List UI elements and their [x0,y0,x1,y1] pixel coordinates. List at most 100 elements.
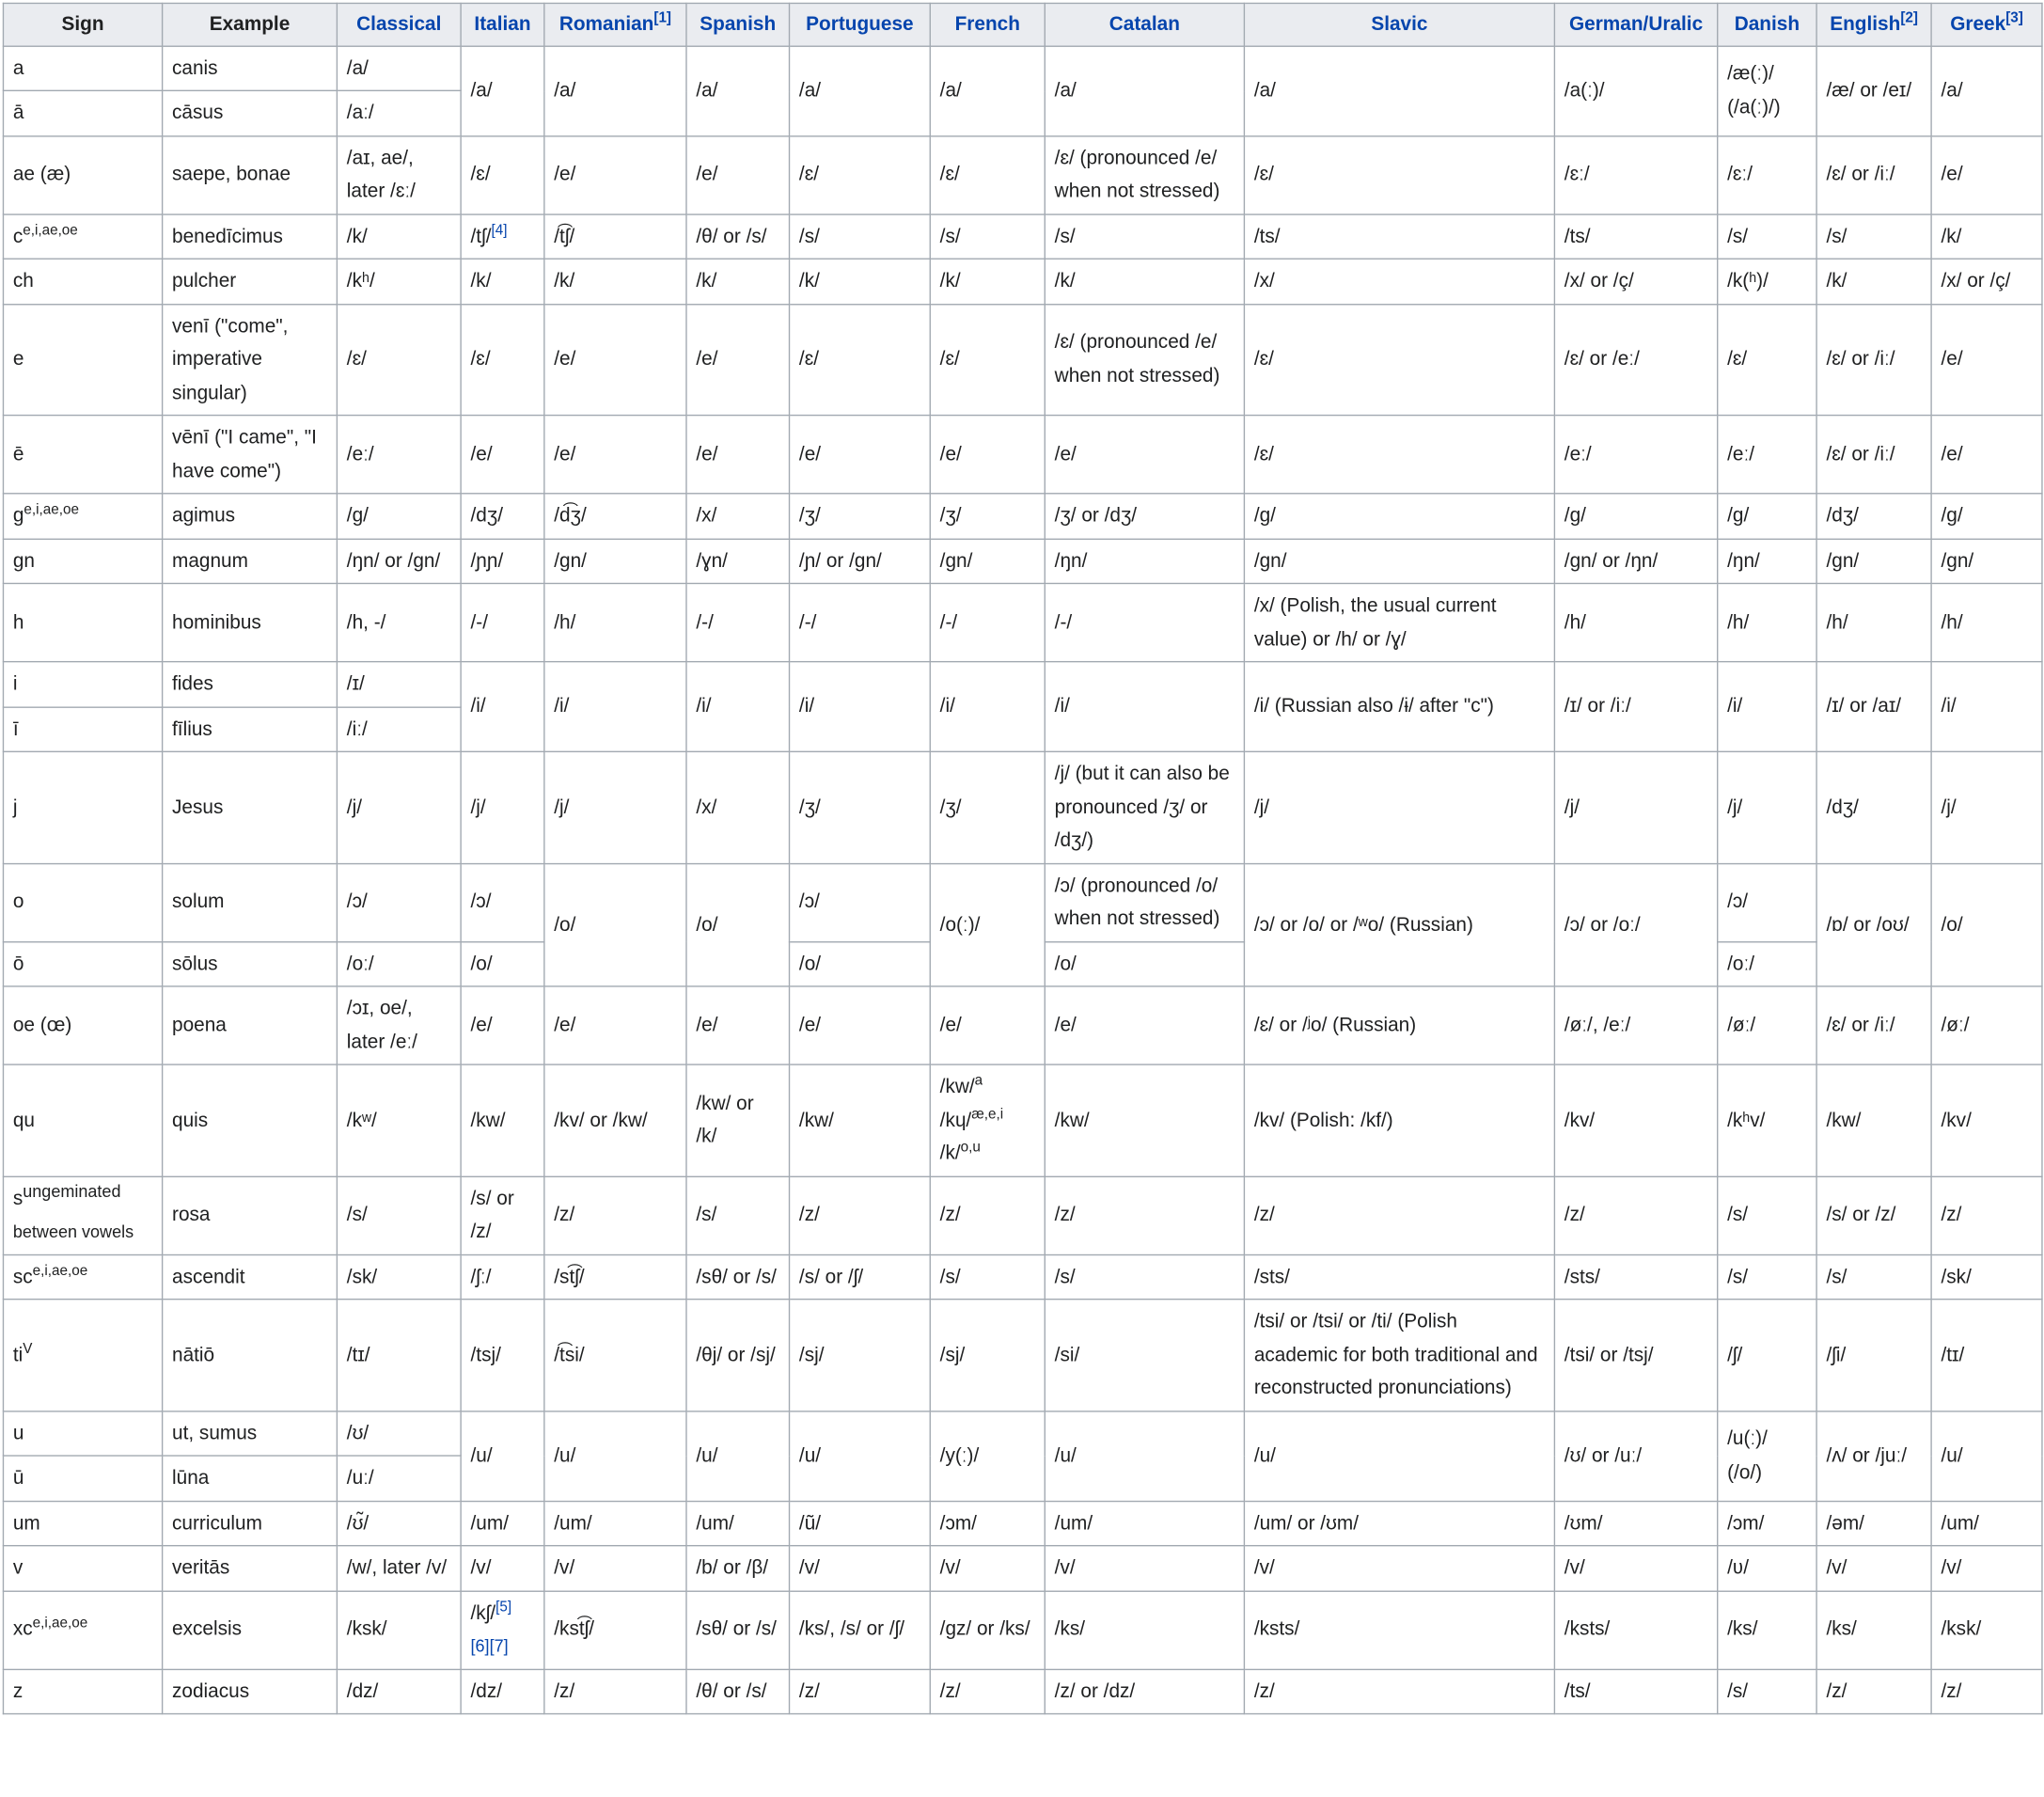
reference-link[interactable]: [5] [495,1600,511,1616]
header-link-french[interactable]: French [955,13,1020,36]
french-cell: /e/ [929,414,1046,495]
danish-cell: /h/ [1717,582,1817,663]
french-cell: /ʒ/ [929,493,1046,540]
english-cell: /ɒ/ or /oʊ/ [1816,862,1932,987]
example-cell: quis [161,1064,338,1177]
table-row: h hominibus /h, -/ /-/ /h/ /-/ /-/ /-/ /… [2,582,2043,663]
romanian-cell: /t͡si/ [543,1298,687,1411]
classical-cell: /uː/ [336,1455,462,1502]
english-cell: /əm/ [1816,1500,1932,1547]
sign-cell: h [2,582,164,663]
catalan-cell: /s/ [1044,1253,1246,1300]
example-cell: solum [161,862,338,942]
header-link-catalan[interactable]: Catalan [1109,13,1180,36]
reference-link[interactable]: [4] [491,222,507,238]
example-cell: venī ("come", imperative singular) [161,303,338,417]
italian-cell: /tʃ/[4] [460,213,545,260]
portuguese-cell: /ɛ/ [788,303,931,417]
italian-text: /tʃ/ [470,225,492,247]
spanish-cell: /sθ/ or /s/ [685,1589,791,1670]
header-link-english[interactable]: English [1830,13,1900,36]
header-link-italian[interactable]: Italian [474,13,530,36]
example-cell: hominibus [161,582,338,663]
classical-cell: /k/ [336,213,462,260]
italian-cell: /dʒ/ [460,493,545,540]
catalan-cell: /e/ [1044,985,1246,1065]
italian-cell: /j/ [460,750,545,864]
english-cell: /kw/ [1816,1064,1932,1177]
catalan-cell: /k/ [1044,258,1246,305]
sign-cell: ch [2,258,164,305]
example-cell: zodiacus [161,1668,338,1715]
italian-cell: /s/ or /z/ [460,1174,545,1255]
header-link-spanish[interactable]: Spanish [700,13,776,36]
french-cell: /gz/ or /ks/ [929,1589,1046,1670]
sign-cell: o [2,862,164,942]
italian-cell: /ɲɲ/ [460,537,545,585]
table-row: ch pulcher /kʰ/ /k/ /k/ /k/ /k/ /k/ /k/ … [2,258,2043,305]
header-link-german-uralic[interactable]: German/Uralic [1569,13,1703,36]
example-cell: lūna [161,1455,338,1502]
classical-cell: /aː/ [336,89,462,136]
romanian-cell: /v/ [543,1545,687,1592]
catalan-cell: /-/ [1044,582,1246,663]
reference-link[interactable]: [1] [653,10,671,26]
header-link-romanian[interactable]: Romanian [559,13,654,36]
sign-cell: oe (œ) [2,985,164,1065]
table-row: tiV nātiō /tɪ/ /tsj/ /t͡si/ /θj/ or /sj/… [2,1298,2043,1411]
header-link-slavic[interactable]: Slavic [1371,13,1427,36]
reference-link[interactable]: [3] [2005,10,2023,26]
german-uralic-cell: /v/ [1553,1545,1719,1592]
classical-cell: /ʊ/ [336,1410,462,1457]
romanian-cell: /j/ [543,750,687,864]
german-uralic-cell: /ksts/ [1553,1589,1719,1670]
romanian-cell: /um/ [543,1500,687,1547]
example-cell: ascendit [161,1253,338,1300]
english-cell: /ɛ/ or /iː/ [1816,303,1932,417]
reference-link[interactable]: [6][7] [471,1636,509,1656]
header-link-portuguese[interactable]: Portuguese [806,13,913,36]
french-variant: /kɥ/ [939,1109,972,1131]
romanian-cell: /d͡ʒ/ [543,493,687,540]
catalan-cell: /v/ [1044,1545,1246,1592]
spanish-cell: /s/ [685,1174,791,1255]
slavic-cell: /g/ [1243,493,1556,540]
greek-cell: /j/ [1930,750,2043,864]
header-link-danish[interactable]: Danish [1735,13,1800,36]
german-uralic-cell: /j/ [1553,750,1719,864]
catalan-cell: /ɔ/ (pronounced /o/ when not stressed) [1044,862,1246,942]
german-uralic-cell: /gn/ or /ŋn/ [1553,537,1719,585]
danish-cell: /ʋ/ [1717,1545,1817,1592]
romanian-cell: /h/ [543,582,687,663]
catalan-cell: /a/ [1044,44,1246,136]
slavic-cell: /z/ [1243,1668,1556,1715]
sign-cell: j [2,750,164,864]
table-row: ē vēnī ("I came", "I have come") /eː/ /e… [2,414,2043,495]
italian-cell: /e/ [460,414,545,495]
table-row: um curriculum /ʊ̃/ /um/ /um/ /um/ /ũ/ /ɔ… [2,1500,2043,1547]
english-cell: /v/ [1816,1545,1932,1592]
sign-cell: v [2,1545,164,1592]
spanish-cell: /k/ [685,258,791,305]
greek-cell: /u/ [1930,1410,2043,1502]
header-link-greek[interactable]: Greek [1950,13,2005,36]
classical-cell: /oː/ [336,940,462,987]
french-cell: /z/ [929,1668,1046,1715]
reference-link[interactable]: [2] [1900,10,1918,26]
slavic-cell: /ɔ/ or /o/ or /ʷo/ (Russian) [1243,862,1556,987]
header-link-classical[interactable]: Classical [356,13,441,36]
romanian-cell: /gn/ [543,537,687,585]
greek-cell: /x/ or /ç/ [1930,258,2043,305]
italian-cell: /tsj/ [460,1298,545,1411]
portuguese-cell: /v/ [788,1545,931,1592]
classical-cell: /kʰ/ [336,258,462,305]
table-row: o solum /ɔ/ /ɔ/ /o/ /o/ /ɔ/ /o(ː)/ /ɔ/ (… [2,862,2043,987]
portuguese-cell: /ɲ/ or /gn/ [788,537,931,585]
spanish-cell: /ɣn/ [685,537,791,585]
french-cell: /z/ [929,1174,1046,1255]
sign-cell: ī [2,705,164,753]
italian-cell: /a/ [460,44,545,136]
greek-cell: /kv/ [1930,1064,2043,1177]
classical-cell: /ɔ/ [336,862,462,942]
romanian-cell: /st͡ʃ/ [543,1253,687,1300]
